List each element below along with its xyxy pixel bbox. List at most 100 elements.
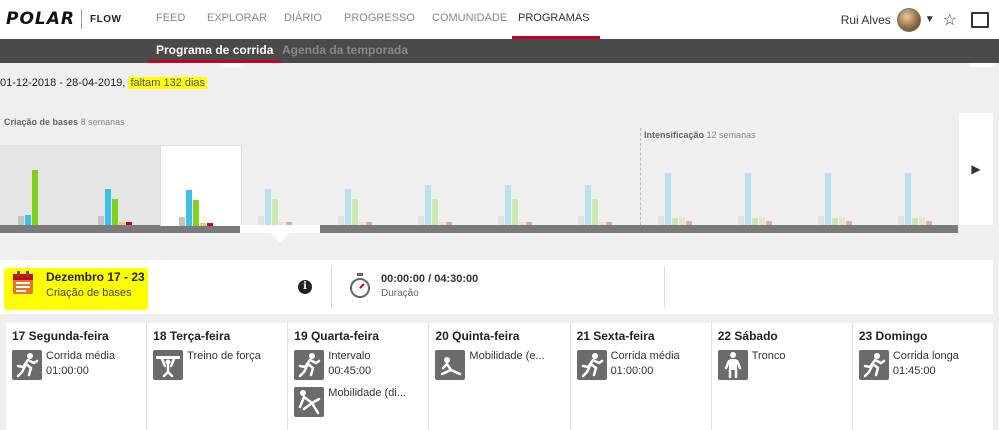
week-column[interactable]: [480, 145, 560, 225]
workout-item[interactable]: Corrida média 01:00:00: [12, 350, 142, 382]
week-column[interactable]: [240, 145, 320, 225]
selected-week-pointer: [270, 233, 290, 242]
week-bar-red: [926, 221, 932, 225]
day-label: 23 Domingo: [858, 329, 928, 343]
week-bar-yellow: [200, 223, 206, 226]
workout-item[interactable]: Mobilidade (di...: [294, 387, 424, 419]
week-column[interactable]: [80, 145, 160, 225]
week-column[interactable]: [320, 145, 400, 225]
workout-item[interactable]: Intervalo 00:45:00: [294, 350, 424, 382]
week-bar-green: [912, 218, 918, 225]
week-bar-green: [752, 218, 758, 225]
week-bar-yellow: [279, 222, 285, 225]
nav-comunidade[interactable]: COMUNIDADE: [426, 0, 513, 36]
week-column[interactable]: [640, 145, 720, 225]
days-remaining: faltam 132 dias: [128, 77, 208, 89]
workout-item[interactable]: Tronco: [717, 350, 848, 382]
day-label: 17 Segunda-feira: [12, 329, 109, 343]
nav-diario[interactable]: DIÁRIO: [278, 0, 328, 36]
polar-flow-logo[interactable]: POLAR FLOW: [6, 9, 121, 29]
week-bar-gray: [418, 216, 424, 225]
workout-title: Treino de força: [187, 350, 261, 362]
workout-item[interactable]: Corrida média 01:00:00: [576, 350, 707, 382]
caret-down-icon[interactable]: ▼: [925, 14, 935, 25]
week-column[interactable]: [880, 145, 960, 225]
dropdown-tab-notch[interactable]: [220, 63, 244, 67]
week-bar-green: [432, 199, 438, 225]
nav-progresso[interactable]: PROGRESSO: [338, 0, 421, 36]
workout-item[interactable]: Treino de força: [153, 350, 283, 382]
star-icon[interactable]: ☆: [943, 10, 957, 30]
workout-title: Corrida média: [610, 350, 680, 362]
week-bar-yellow: [839, 217, 845, 225]
next-arrow-icon[interactable]: ▶: [959, 113, 993, 225]
messages-icon[interactable]: [971, 11, 989, 28]
week-bar-red: [526, 222, 532, 225]
week-bar-red: [126, 222, 132, 225]
workout-title: Corrida longa: [892, 350, 959, 362]
week-bar-gray: [98, 216, 104, 225]
workout-item[interactable]: Mobilidade (e...: [435, 350, 565, 382]
program-date-range: 01-12-2018 - 28-04-2019, faltam 132 dias: [0, 77, 208, 89]
user-name[interactable]: Rui Alves: [841, 13, 891, 27]
week-column[interactable]: [560, 145, 640, 225]
phase-name: Criação de bases: [4, 117, 79, 127]
running-icon: [294, 350, 325, 380]
phase-label-intensification: Intensificação 12 semanas: [644, 130, 756, 140]
dropdown-tab-notch-right[interactable]: [969, 63, 993, 67]
week-column[interactable]: [160, 145, 242, 226]
nav-programas[interactable]: PROGRAMAS: [512, 0, 600, 39]
week-bar-yellow: [759, 217, 765, 225]
week-bar-red: [606, 222, 612, 225]
tab-agenda-da-temporada[interactable]: Agenda da temporada: [274, 39, 416, 60]
week-bar-red: [286, 222, 292, 225]
workout-title: Tronco: [751, 350, 786, 362]
mobility-icon: [294, 387, 325, 417]
top-navigation: POLAR FLOW FEED EXPLORAR DIÁRIO PROGRESS…: [0, 0, 999, 39]
week-bar-yellow: [359, 222, 365, 225]
phase-weeks: 12 semanas: [706, 130, 756, 140]
workout-duration: 01:00:00: [46, 365, 89, 377]
stretching-icon: [435, 350, 466, 380]
week-bar-blue: [585, 185, 591, 225]
week-bar-green: [352, 199, 358, 225]
user-avatar[interactable]: [896, 7, 921, 32]
day-column[interactable]: 22 Sábado Tronco: [711, 323, 853, 430]
nav-feed[interactable]: FEED: [150, 0, 191, 36]
week-bar-blue: [186, 190, 192, 226]
week-column[interactable]: [400, 145, 480, 225]
nav-explorar[interactable]: EXPLORAR: [201, 0, 273, 36]
phase-name: Intensificação: [644, 130, 705, 140]
week-bar-red: [766, 221, 772, 225]
weeks-baseline: [0, 225, 958, 233]
day-column[interactable]: 21 Sexta-feira Corrida média 01:00:00: [570, 323, 712, 430]
week-bar-blue: [25, 215, 31, 225]
tab-programa-de-corrida[interactable]: Programa de corrida: [148, 39, 282, 63]
summary-divider: [664, 266, 665, 308]
day-column[interactable]: 23 Domingo Corrida longa 01:45:00: [852, 323, 993, 430]
day-column[interactable]: 17 Segunda-feira Corrida média 01:00:00: [6, 323, 148, 430]
core-icon: [717, 350, 748, 380]
week-bar-green: [592, 199, 598, 225]
week-column[interactable]: [800, 145, 880, 225]
week-bar-blue: [265, 189, 271, 225]
day-column[interactable]: 19 Quarta-feira Intervalo 00:45:00 Mobilida…: [288, 323, 430, 430]
week-days-grid: 17 Segunda-feira Corrida média 01:00:00 18 …: [6, 323, 993, 430]
week-column[interactable]: [0, 145, 80, 225]
week-bar-blue: [905, 173, 911, 225]
strength-icon: [153, 350, 184, 380]
weekly-load-chart: [0, 145, 960, 242]
week-bar-gray: [658, 216, 664, 225]
info-icon[interactable]: i: [298, 280, 312, 294]
workout-item[interactable]: Corrida longa 01:45:00: [858, 350, 989, 382]
week-bar-gray: [18, 216, 24, 225]
duration-value: 00:00:00 / 04:30:00: [381, 273, 479, 285]
week-bar-yellow: [519, 222, 525, 225]
day-label: 18 Terça-feira: [153, 329, 231, 343]
stopwatch-icon: [350, 273, 370, 298]
workout-title: Corrida média: [46, 350, 116, 362]
week-column[interactable]: [720, 145, 800, 225]
day-column[interactable]: 18 Terça-feira Treino de força: [147, 323, 289, 430]
week-bar-blue: [505, 185, 511, 225]
day-column[interactable]: 20 Quinta-feira Mobilidade (e...: [429, 323, 571, 430]
